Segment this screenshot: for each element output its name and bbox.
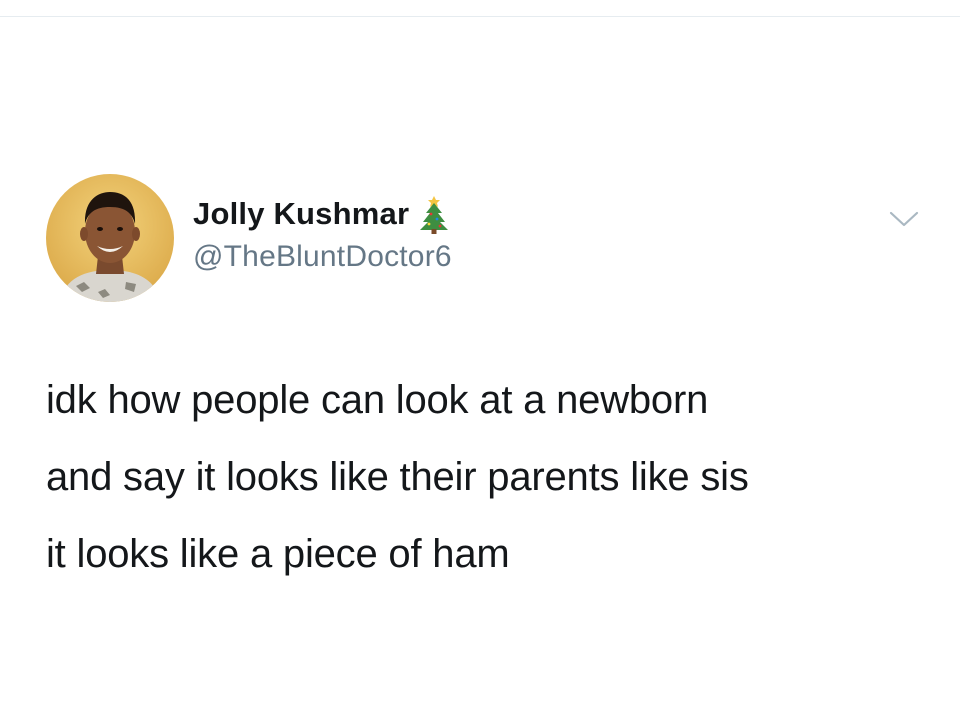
tweet-text: idk how people can look at a newborn and… (46, 362, 926, 593)
author-name-row[interactable]: Jolly Kushmar (193, 194, 451, 234)
tweet-text-line: it looks like a piece of ham (46, 532, 510, 576)
tweet-text-line: idk how people can look at a newborn (46, 378, 709, 422)
tweet-card: Jolly Kushmar @TheBluntDoctor6 idk how p… (0, 0, 960, 720)
author-display-name[interactable]: Jolly Kushmar (193, 196, 409, 232)
tweet-text-line: and say it looks like their parents like… (46, 455, 749, 499)
avatar-photo (46, 174, 174, 302)
avatar[interactable] (46, 174, 174, 302)
chevron-down-icon[interactable] (887, 206, 921, 230)
christmas-tree-icon (417, 194, 451, 234)
author-handle[interactable]: @TheBluntDoctor6 (193, 240, 452, 274)
